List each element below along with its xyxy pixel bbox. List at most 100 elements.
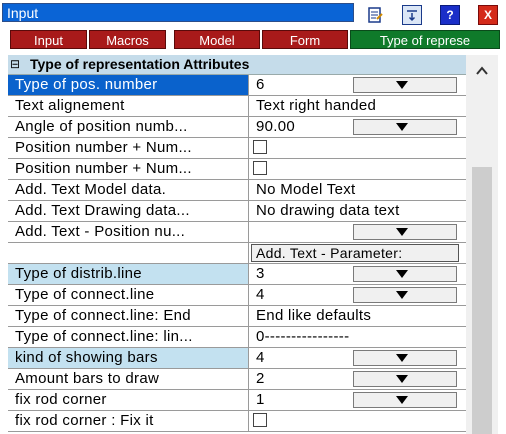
doc-edit-icon[interactable] [365,5,385,25]
attribute-label[interactable]: Amount bars to draw [8,369,249,390]
attribute-label[interactable]: Position number + Num... [8,159,249,180]
checkbox[interactable] [253,140,267,154]
attribute-row[interactable]: Text alignement Text right handed [8,96,466,117]
attribute-label[interactable]: Position number + Num... [8,138,249,159]
dropdown-button[interactable] [353,266,457,282]
attribute-value[interactable]: No Model Text [249,180,466,201]
attribute-label[interactable]: Type of distrib.line [8,264,249,285]
window-title: Input [2,3,354,22]
attribute-row[interactable]: Type of connect.line: lin... 0-----------… [8,327,466,348]
attribute-value-text: No Model Text [256,181,356,198]
chevron-down-icon [396,354,408,362]
chevron-down-icon [396,270,408,278]
collapse-icon[interactable]: ⊟ [10,55,20,74]
attribute-value-text: 6 [256,76,265,93]
attribute-label[interactable] [8,243,249,264]
attribute-value[interactable]: 1 [249,390,466,411]
tab-macros[interactable]: Macros [89,30,166,49]
attribute-value-text: 4 [256,286,265,303]
attribute-row[interactable]: fix rod corner 1 [8,390,466,411]
tab-type-label: Type of represe [379,33,471,48]
attribute-value[interactable]: 0---------------- [249,327,466,348]
scroll-up-icon[interactable] [466,55,498,85]
attribute-value[interactable]: 4 [249,285,466,306]
attribute-value-text: 1 [256,391,265,408]
attribute-row[interactable]: Type of pos. number 6 [8,75,466,96]
attribute-row[interactable]: Type of connect.line 4 [8,285,466,306]
attribute-label[interactable]: Type of connect.line: lin... [8,327,249,348]
attribute-row[interactable]: Add. Text - Parameter: [8,243,466,264]
group-header[interactable]: ⊟ Type of representation Attributes [8,55,466,75]
attribute-row[interactable]: Add. Text - Position nu... [8,222,466,243]
attribute-value[interactable]: End like defaults [249,306,466,327]
attribute-value-text: No drawing data text [256,202,400,219]
tab-input-label: Input [34,33,63,48]
attribute-row[interactable]: Type of connect.line: End End like defaul… [8,306,466,327]
attribute-label[interactable]: Type of pos. number [8,75,249,96]
attribute-value-text: 3 [256,265,265,282]
dropdown-button[interactable] [353,77,457,93]
sort-icon[interactable] [402,5,422,25]
vertical-scrollbar[interactable] [466,55,498,434]
attribute-label[interactable]: Angle of position numb... [8,117,249,138]
chevron-down-icon [396,396,408,404]
checkbox[interactable] [253,413,267,427]
attribute-row[interactable]: kind of showing bars 4 [8,348,466,369]
attribute-row[interactable]: Type of distrib.line 3 [8,264,466,285]
attribute-value[interactable]: No drawing data text [249,201,466,222]
attribute-value[interactable] [249,159,466,180]
attribute-value[interactable]: 3 [249,264,466,285]
group-title: Type of representation Attributes [30,56,250,72]
attribute-value[interactable]: Add. Text - Parameter: [249,243,466,264]
chevron-down-icon [396,291,408,299]
tab-form[interactable]: Form [262,30,348,49]
attribute-label[interactable]: kind of showing bars [8,348,249,369]
attribute-value[interactable] [249,411,466,432]
attribute-label[interactable]: fix rod corner [8,390,249,411]
attribute-row[interactable]: Position number + Num... [8,159,466,180]
attribute-label[interactable]: Add. Text Model data. [8,180,249,201]
attribute-label[interactable]: Type of connect.line: End [8,306,249,327]
dropdown-button[interactable] [353,287,457,303]
tab-type-of-representation[interactable]: Type of represe [350,30,500,49]
attribute-value[interactable]: 2 [249,369,466,390]
attribute-value-text: 0---------------- [256,328,350,345]
attribute-value[interactable] [249,138,466,159]
checkbox[interactable] [253,161,267,175]
attribute-value[interactable]: 90.00 [249,117,466,138]
attributes-grid: ⊟ Type of representation Attributes Type… [8,55,466,434]
attribute-row[interactable]: Add. Text Model data. No Model Text [8,180,466,201]
tab-bar: Input Macros Model Form Type of represe [0,30,506,50]
attribute-value[interactable]: 6 [249,75,466,96]
attribute-value[interactable]: Text right handed [249,96,466,117]
dropdown-button[interactable] [353,224,457,240]
tab-input[interactable]: Input [10,30,87,49]
chevron-down-icon [396,228,408,236]
attribute-row[interactable]: Amount bars to draw 2 [8,369,466,390]
attribute-row[interactable]: Angle of position numb... 90.00 [8,117,466,138]
add-text-parameter-button[interactable]: Add. Text - Parameter: [251,244,459,262]
attribute-label[interactable]: Add. Text - Position nu... [8,222,249,243]
attribute-row[interactable]: Position number + Num... [8,138,466,159]
dropdown-button[interactable] [353,350,457,366]
chevron-down-icon [396,375,408,383]
attribute-row[interactable]: fix rod corner : Fix it [8,411,466,432]
scrollbar-thumb[interactable] [472,167,492,434]
dropdown-button[interactable] [353,371,457,387]
attribute-label[interactable]: Text alignement [8,96,249,117]
help-icon[interactable]: ? [440,5,460,25]
dropdown-button[interactable] [353,119,457,135]
attribute-value-text: 4 [256,349,265,366]
attribute-value[interactable]: 4 [249,348,466,369]
attribute-label[interactable]: Add. Text Drawing data... [8,201,249,222]
attribute-label[interactable]: fix rod corner : Fix it [8,411,249,432]
attribute-label[interactable]: Type of connect.line [8,285,249,306]
chevron-down-icon [396,81,408,89]
attribute-value[interactable] [249,222,466,243]
close-icon[interactable]: X [478,5,498,25]
dropdown-button[interactable] [353,392,457,408]
title-bar: Input ? X [0,0,506,28]
attribute-row[interactable]: Add. Text Drawing data... No drawing data… [8,201,466,222]
tab-model[interactable]: Model [174,30,260,49]
attribute-value-text: 2 [256,370,265,387]
